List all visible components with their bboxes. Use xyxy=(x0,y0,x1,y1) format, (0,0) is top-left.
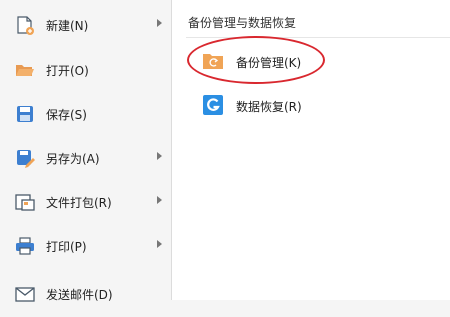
menu-item-label: 打开(O) xyxy=(46,64,89,78)
menu-item-label: 发送邮件(D) xyxy=(46,288,113,302)
submenu-panel: 备份管理与数据恢复 备份管理(K) 数据恢复(R) xyxy=(172,0,450,300)
submenu-item-data-recovery[interactable]: 数据恢复(R) xyxy=(172,87,450,123)
menu-item-label: 文件打包(R) xyxy=(46,196,112,210)
submenu-arrow-icon xyxy=(157,152,162,160)
print-icon xyxy=(14,235,36,257)
save-as-icon xyxy=(14,147,36,169)
submenu-arrow-icon xyxy=(157,19,162,27)
menu-item-label: 新建(N) xyxy=(46,19,89,33)
data-recovery-icon xyxy=(202,94,224,116)
menu-item-label: 打印(P) xyxy=(46,240,87,254)
menu-item-new[interactable]: 新建(N) xyxy=(0,4,171,48)
menu-item-save[interactable]: 保存(S) xyxy=(0,93,171,137)
save-icon xyxy=(14,103,36,125)
new-doc-icon xyxy=(14,14,36,36)
package-icon xyxy=(14,191,36,213)
menu-item-label: 另存为(A) xyxy=(46,152,100,166)
open-folder-icon xyxy=(14,59,36,81)
mail-icon xyxy=(14,283,36,305)
menu-item-package[interactable]: 文件打包(R) xyxy=(0,181,171,225)
highlight-circle xyxy=(187,36,325,84)
menu-item-send-mail[interactable]: 发送邮件(D) xyxy=(0,273,171,317)
panel-title: 备份管理与数据恢复 xyxy=(188,16,297,30)
submenu-item-label: 数据恢复(R) xyxy=(236,100,302,114)
submenu-arrow-icon xyxy=(157,240,162,248)
submenu-arrow-icon xyxy=(157,196,162,204)
file-menu: 新建(N) 打开(O) 保存(S) 另存为(A) 文件打包(R) 打印(P) 发… xyxy=(0,0,171,302)
menu-item-print[interactable]: 打印(P) xyxy=(0,225,171,269)
menu-item-label: 保存(S) xyxy=(46,108,87,122)
menu-item-save-as[interactable]: 另存为(A) xyxy=(0,137,171,181)
menu-item-open[interactable]: 打开(O) xyxy=(0,49,171,93)
